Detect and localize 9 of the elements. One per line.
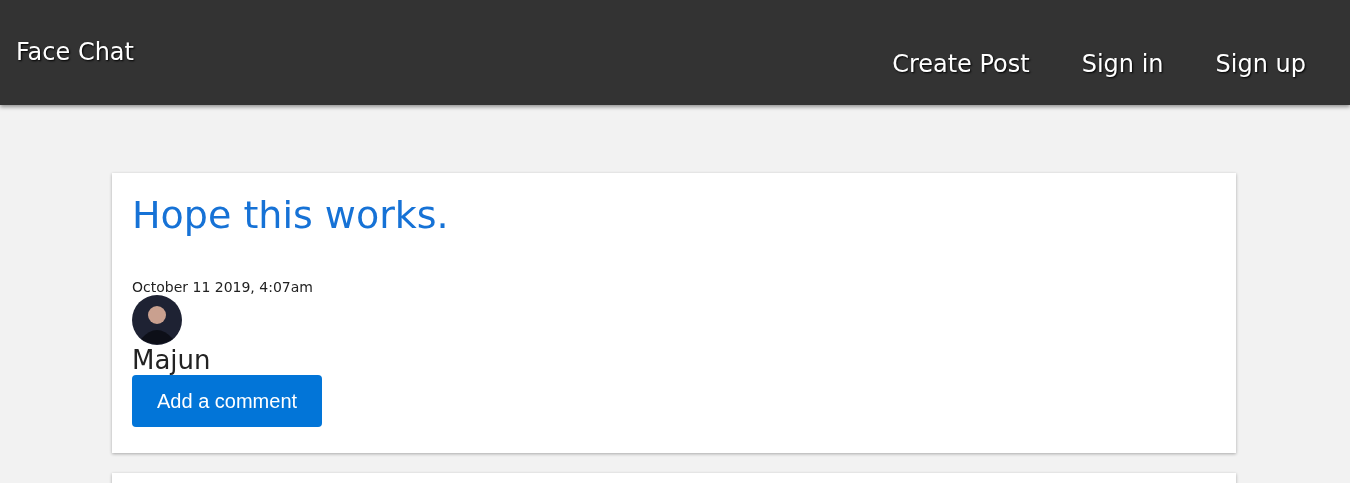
avatar-icon	[132, 295, 182, 345]
author-name: Majun	[132, 345, 211, 375]
brand-title[interactable]: Face Chat	[16, 38, 134, 105]
nav-link[interactable]: Sign in	[1081, 50, 1164, 78]
nav-link[interactable]: Sign up	[1215, 50, 1306, 78]
add-comment-button[interactable]: Add a comment	[132, 375, 323, 427]
post-date: October 11 2019, 4:07am	[132, 279, 313, 295]
nav-link[interactable]: Create Post	[892, 50, 1030, 78]
post-title: Hope this works.	[132, 193, 449, 237]
